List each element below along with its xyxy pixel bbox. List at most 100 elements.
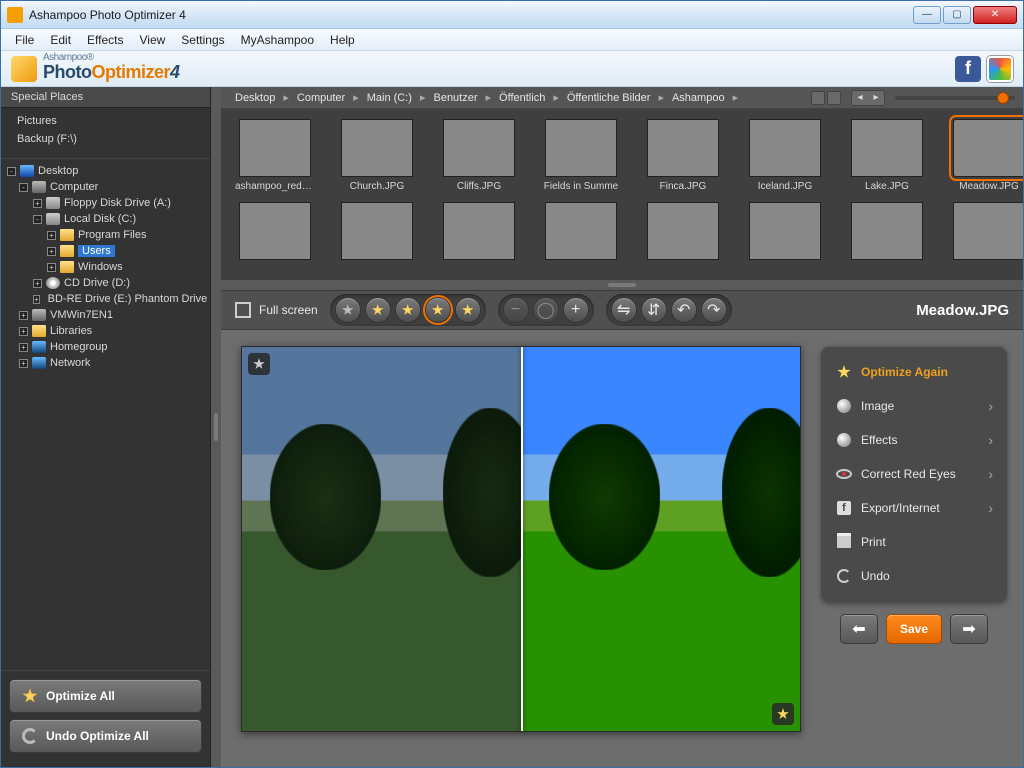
- place-pictures[interactable]: Pictures: [1, 112, 210, 130]
- tree-node[interactable]: -Computer: [1, 179, 210, 195]
- thumbnail[interactable]: Fields in Summe: [541, 119, 621, 192]
- thumbnail[interactable]: Lake.JPG: [847, 119, 927, 192]
- image-menu[interactable]: Image›: [829, 390, 999, 422]
- menu-myashampoo[interactable]: MyAshampoo: [233, 30, 322, 50]
- next-image-button[interactable]: ➡: [950, 614, 988, 644]
- tree-toggle[interactable]: +: [19, 327, 28, 336]
- tree-node[interactable]: +Libraries: [1, 323, 210, 339]
- optimize-all-button[interactable]: Optimize All: [9, 679, 202, 713]
- slider-thumb[interactable]: [997, 92, 1009, 104]
- thumbnail[interactable]: Meadow.JPG: [949, 119, 1023, 192]
- crumb[interactable]: Main (C:): [361, 90, 418, 106]
- menu-settings[interactable]: Settings: [173, 30, 232, 50]
- menu-file[interactable]: File: [7, 30, 42, 50]
- thumbnail[interactable]: Cliffs.JPG: [439, 119, 519, 192]
- tree-node[interactable]: -Desktop: [1, 163, 210, 179]
- rate-2-button[interactable]: [395, 297, 421, 323]
- thumb-zoom-slider[interactable]: [895, 96, 1015, 100]
- thumbnail[interactable]: [235, 202, 315, 264]
- maximize-button[interactable]: ▢: [943, 6, 971, 24]
- tree-toggle[interactable]: +: [19, 343, 28, 352]
- tree-toggle[interactable]: -: [19, 183, 28, 192]
- menu-view[interactable]: View: [132, 30, 174, 50]
- tree-node[interactable]: +Windows: [1, 259, 210, 275]
- tree-toggle[interactable]: +: [33, 199, 42, 208]
- fullscreen-button[interactable]: Full screen: [235, 302, 318, 318]
- compare-divider[interactable]: [521, 347, 523, 731]
- optimize-again-button[interactable]: Optimize Again: [829, 356, 999, 388]
- crumb[interactable]: Öffentliche Bilder: [561, 90, 657, 106]
- rating-badge-after[interactable]: [772, 703, 794, 725]
- rate-1-button[interactable]: [365, 297, 391, 323]
- rate-none-button[interactable]: [335, 297, 361, 323]
- tree-node[interactable]: +Floppy Disk Drive (A:): [1, 195, 210, 211]
- nav-prev-button[interactable]: ◂: [852, 91, 868, 105]
- thumbnail[interactable]: [847, 202, 927, 264]
- tree-node[interactable]: +Users: [1, 243, 210, 259]
- flip-v-button[interactable]: ⇵: [641, 297, 667, 323]
- effects-menu[interactable]: Effects›: [829, 424, 999, 456]
- undo-button[interactable]: Undo: [829, 560, 999, 592]
- sidebar-tab[interactable]: Special Places: [1, 87, 210, 108]
- picasa-icon[interactable]: [987, 56, 1013, 82]
- tree-toggle[interactable]: +: [33, 279, 42, 288]
- view-list-button[interactable]: [827, 91, 841, 105]
- before-after-compare[interactable]: [241, 346, 801, 732]
- facebook-icon[interactable]: f: [955, 56, 981, 82]
- nav-next-button[interactable]: ▸: [868, 91, 884, 105]
- crumb[interactable]: Öffentlich: [493, 90, 551, 106]
- menu-help[interactable]: Help: [322, 30, 363, 50]
- crumb[interactable]: Benutzer: [427, 90, 483, 106]
- thumbnail[interactable]: [949, 202, 1023, 264]
- tree-toggle[interactable]: +: [33, 295, 40, 304]
- rotate-ccw-button[interactable]: ↶: [671, 297, 697, 323]
- thumbnail[interactable]: Finca.JPG: [643, 119, 723, 192]
- thumbnail[interactable]: [439, 202, 519, 264]
- thumbnail[interactable]: [337, 202, 417, 264]
- rate-4-button[interactable]: [455, 297, 481, 323]
- prev-image-button[interactable]: ⬅: [840, 614, 878, 644]
- rating-badge-before[interactable]: [248, 353, 270, 375]
- save-button[interactable]: Save: [886, 614, 942, 644]
- tree-node[interactable]: +Network: [1, 355, 210, 371]
- tree-node[interactable]: +Homegroup: [1, 339, 210, 355]
- rotate-cw-button[interactable]: ↷: [701, 297, 727, 323]
- close-button[interactable]: ✕: [973, 6, 1017, 24]
- rate-3-button[interactable]: [425, 297, 451, 323]
- tree-toggle[interactable]: -: [33, 215, 42, 224]
- tree-node[interactable]: +CD Drive (D:): [1, 275, 210, 291]
- menu-effects[interactable]: Effects: [79, 30, 131, 50]
- tree-toggle[interactable]: +: [47, 247, 56, 256]
- view-grid-button[interactable]: [811, 91, 825, 105]
- undo-optimize-all-button[interactable]: Undo Optimize All: [9, 719, 202, 753]
- print-button[interactable]: Print: [829, 526, 999, 558]
- flip-h-button[interactable]: ⇋: [611, 297, 637, 323]
- tree-node[interactable]: +Program Files: [1, 227, 210, 243]
- sidebar-resize-grip[interactable]: [211, 87, 221, 767]
- tree-toggle[interactable]: +: [19, 311, 28, 320]
- tree-toggle[interactable]: +: [47, 263, 56, 272]
- menu-edit[interactable]: Edit: [42, 30, 79, 50]
- thumbnail[interactable]: [745, 202, 825, 264]
- thumbnail[interactable]: Church.JPG: [337, 119, 417, 192]
- thumbnail[interactable]: [643, 202, 723, 264]
- tree-node[interactable]: -Local Disk (C:): [1, 211, 210, 227]
- red-eye-button[interactable]: Correct Red Eyes›: [829, 458, 999, 490]
- thumbnail[interactable]: [541, 202, 621, 264]
- zoom-out-button[interactable]: −: [503, 297, 529, 323]
- zoom-in-button[interactable]: +: [563, 297, 589, 323]
- crumb[interactable]: Ashampoo: [666, 90, 731, 106]
- thumbnail[interactable]: ashampoo_red_...: [235, 119, 315, 192]
- zoom-fit-button[interactable]: ◯: [533, 297, 559, 323]
- place-backup[interactable]: Backup (F:\): [1, 130, 210, 148]
- tree-node[interactable]: +VMWin7EN1: [1, 307, 210, 323]
- tree-node[interactable]: +BD-RE Drive (E:) Phantom Drive: [1, 291, 210, 307]
- export-menu[interactable]: fExport/Internet›: [829, 492, 999, 524]
- thumbnail[interactable]: Iceland.JPG: [745, 119, 825, 192]
- tree-toggle[interactable]: +: [19, 359, 28, 368]
- crumb[interactable]: Desktop: [229, 90, 281, 106]
- thumb-resize-grip[interactable]: [221, 280, 1023, 290]
- tree-toggle[interactable]: -: [7, 167, 16, 176]
- crumb[interactable]: Computer: [291, 90, 351, 106]
- tree-toggle[interactable]: +: [47, 231, 56, 240]
